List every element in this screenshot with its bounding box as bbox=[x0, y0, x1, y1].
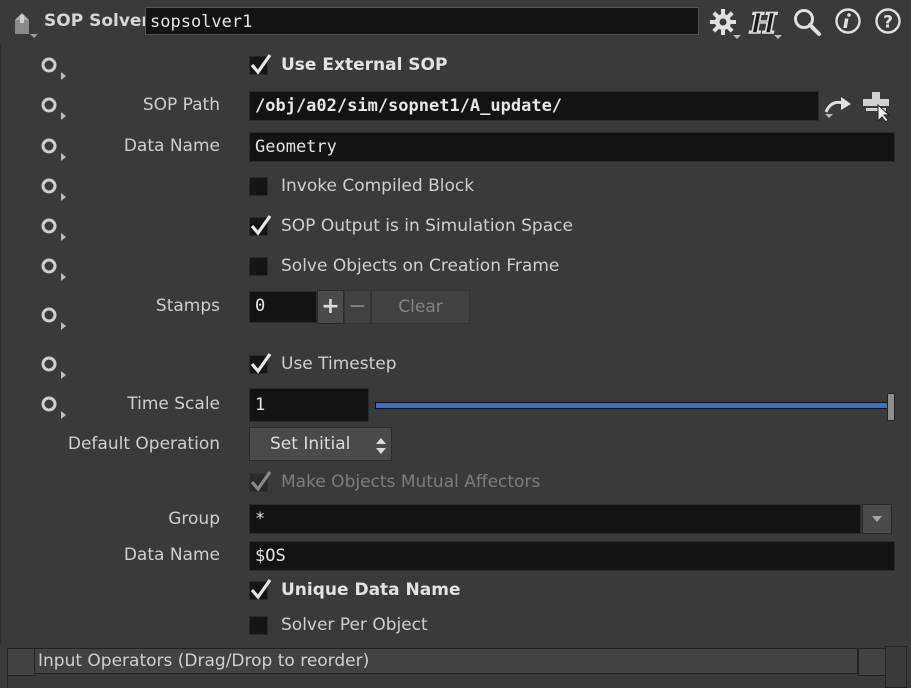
group-dropdown-button[interactable] bbox=[862, 504, 892, 534]
up-down-arrows-icon bbox=[375, 435, 387, 467]
stamps-minus-button[interactable]: − bbox=[344, 290, 371, 324]
gear-icon[interactable] bbox=[708, 7, 741, 39]
group-label: Group bbox=[168, 509, 220, 529]
sop-path-field[interactable]: /obj/a02/sim/sopnet1/A_update/ bbox=[249, 91, 819, 121]
jump-to-operator-icon[interactable] bbox=[823, 94, 853, 120]
param-animation-toggle-icon[interactable] bbox=[41, 137, 67, 163]
node-header: SOP Solver sopsolver1 H ? bbox=[0, 0, 911, 44]
default-operation-menu[interactable]: Set Initial bbox=[249, 427, 392, 461]
param-animation-toggle-icon[interactable] bbox=[41, 257, 67, 283]
help-h-icon[interactable]: H bbox=[748, 6, 782, 41]
input-operators-section: Input Operators (Drag/Drop to reorder) bbox=[0, 646, 911, 688]
invoke-compiled-block-checkbox[interactable] bbox=[249, 177, 268, 196]
chevron-down-icon bbox=[872, 516, 882, 522]
default-operation-value: Set Initial bbox=[270, 434, 351, 454]
input-operators-expand-toggle[interactable] bbox=[7, 648, 36, 676]
input-operators-header[interactable]: Input Operators (Drag/Drop to reorder) bbox=[34, 648, 858, 674]
time-scale-slider-fill bbox=[376, 403, 892, 408]
param-animation-toggle-icon[interactable] bbox=[41, 217, 67, 243]
sop-output-sim-space-label: SOP Output is in Simulation Space bbox=[281, 216, 573, 236]
input-operators-list[interactable] bbox=[7, 676, 885, 688]
solver-per-object-label: Solver Per Object bbox=[281, 615, 428, 635]
sop-path-label: SOP Path bbox=[142, 95, 220, 115]
param-animation-toggle-icon[interactable] bbox=[41, 56, 67, 82]
node-name-field[interactable]: sopsolver1 bbox=[145, 7, 699, 35]
data-name-label: Data Name bbox=[123, 136, 220, 156]
question-icon[interactable]: ? bbox=[874, 7, 904, 37]
search-icon[interactable] bbox=[792, 7, 822, 37]
scrollbar[interactable] bbox=[885, 646, 907, 688]
sop-output-sim-space-checkbox[interactable] bbox=[249, 215, 272, 236]
solver-per-object-checkbox[interactable] bbox=[249, 616, 268, 635]
unique-data-name-label: Unique Data Name bbox=[281, 580, 461, 600]
use-timestep-checkbox[interactable] bbox=[249, 353, 272, 374]
svg-text:H: H bbox=[749, 7, 778, 40]
svg-text:?: ? bbox=[883, 13, 893, 33]
use-external-sop-label: Use External SOP bbox=[281, 55, 448, 75]
time-scale-slider-track[interactable] bbox=[375, 402, 893, 409]
solve-on-creation-checkbox[interactable] bbox=[249, 257, 268, 276]
param-animation-toggle-icon[interactable] bbox=[41, 96, 67, 122]
solve-on-creation-label: Solve Objects on Creation Frame bbox=[281, 256, 560, 276]
param-animation-toggle-icon[interactable] bbox=[41, 395, 67, 421]
unique-data-name-checkbox[interactable] bbox=[249, 579, 272, 600]
stamps-plus-button[interactable]: + bbox=[317, 290, 344, 324]
default-operation-label: Default Operation bbox=[67, 434, 220, 454]
stamps-label: Stamps bbox=[155, 296, 220, 316]
invoke-compiled-block-label: Invoke Compiled Block bbox=[281, 176, 475, 196]
use-timestep-label: Use Timestep bbox=[281, 354, 397, 374]
time-scale-field[interactable]: 1 bbox=[249, 388, 369, 422]
input-operators-column-toggle[interactable] bbox=[858, 648, 886, 676]
use-external-sop-checkbox[interactable] bbox=[249, 54, 272, 75]
stamps-clear-button[interactable]: Clear bbox=[371, 290, 470, 324]
param-animation-toggle-icon[interactable] bbox=[41, 355, 67, 381]
parameter-panel: Use External SOP SOP Path /obj/a02/sim/s… bbox=[0, 44, 903, 644]
group-field[interactable]: * bbox=[249, 504, 861, 534]
node-type-label: SOP Solver bbox=[44, 11, 150, 31]
mutual-affectors-checkbox[interactable] bbox=[249, 471, 272, 492]
data-name-field[interactable]: Geometry bbox=[249, 132, 895, 162]
stamps-field[interactable]: 0 bbox=[249, 291, 317, 323]
time-scale-slider-handle[interactable] bbox=[887, 393, 895, 421]
mutual-affectors-label: Make Objects Mutual Affectors bbox=[281, 472, 541, 492]
operator-chooser-icon[interactable] bbox=[860, 90, 894, 123]
data-name2-field[interactable]: $OS bbox=[249, 541, 895, 571]
time-scale-label: Time Scale bbox=[127, 394, 220, 414]
data-name2-label: Data Name bbox=[123, 545, 220, 565]
param-animation-toggle-icon[interactable] bbox=[41, 177, 67, 203]
info-icon[interactable] bbox=[834, 7, 864, 37]
param-animation-toggle-icon[interactable] bbox=[41, 306, 67, 332]
sop-solver-node-icon[interactable] bbox=[12, 10, 38, 38]
